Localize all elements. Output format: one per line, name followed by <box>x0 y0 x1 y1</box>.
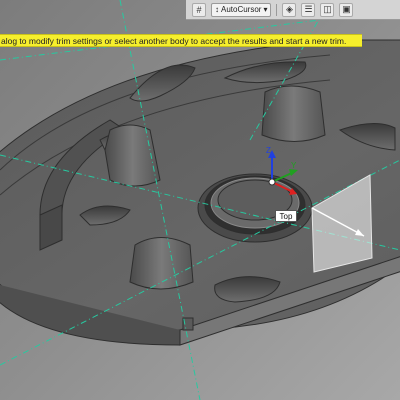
cursor-mode-value: AutoCursor <box>221 5 262 14</box>
svg-text:Y: Y <box>291 161 297 170</box>
cursor-mode-select[interactable]: ↕ AutoCursor ▾ <box>211 2 272 17</box>
layers-icon[interactable]: ☰ <box>301 2 316 17</box>
3d-viewport[interactable]: Z Y <box>0 0 400 400</box>
grid-icon[interactable]: # <box>192 2 206 17</box>
chevron-down-icon: ▾ <box>263 5 268 14</box>
viewcube-top-label[interactable]: Top <box>275 210 297 222</box>
view-toolbar: # ↕ AutoCursor ▾ ◈ ☰ ◫ ▣ <box>186 0 400 20</box>
snap-icon[interactable]: ◈ <box>282 2 297 17</box>
toolbar-separator <box>276 3 278 16</box>
hint-text: alog to modify trim settings or select a… <box>1 36 347 46</box>
display-mode-icon[interactable]: ▣ <box>339 2 354 17</box>
cursor-mode-icon: ↕ <box>215 5 219 14</box>
svg-text:Z: Z <box>266 146 271 155</box>
split-view-icon[interactable]: ◫ <box>320 2 335 17</box>
status-hint-bar: alog to modify trim settings or select a… <box>0 34 362 47</box>
